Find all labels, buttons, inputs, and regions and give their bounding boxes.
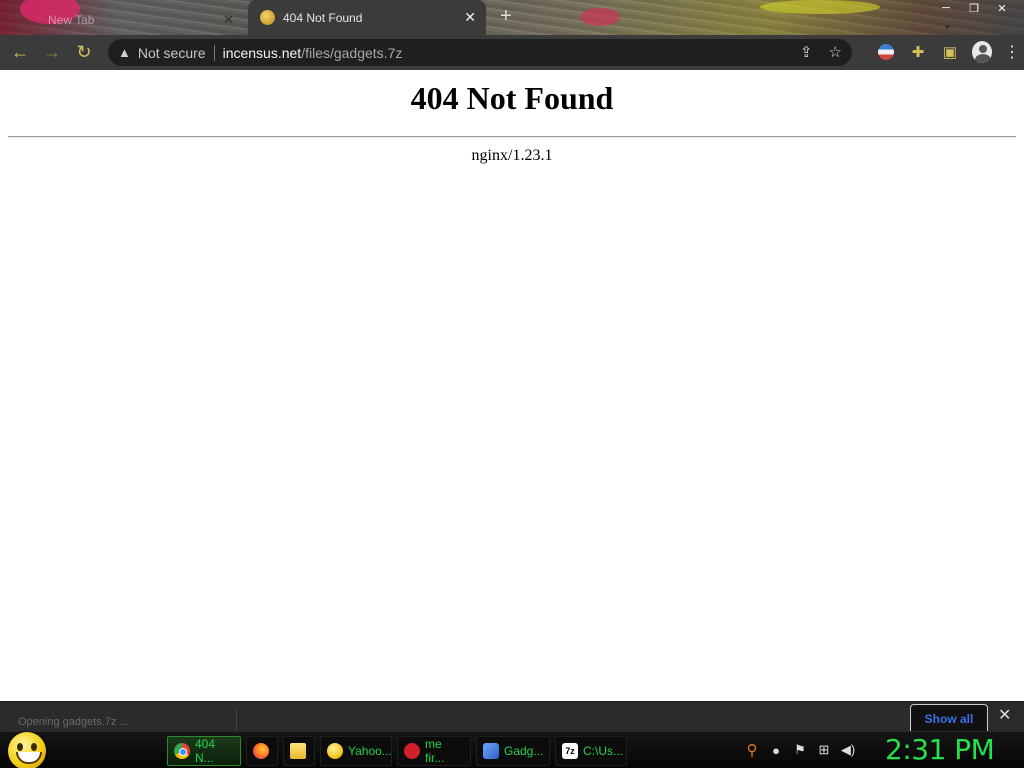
server-signature: nginx/1.23.1 — [471, 147, 553, 164]
divider — [236, 710, 237, 732]
7zip-icon: 7z — [562, 743, 578, 759]
toolbar-right: ✚ ▣ ⋮ — [876, 40, 1020, 64]
taskbar-item-yahoo[interactable]: Yahoo... — [320, 736, 392, 766]
taskbar-item-folder[interactable] — [283, 736, 315, 766]
smiley-icon — [8, 732, 46, 768]
star-icon[interactable]: ☆ — [829, 43, 842, 61]
tab-label: New Tab — [48, 13, 95, 27]
taskbar-item-me-fir[interactable]: me fir... — [397, 736, 471, 766]
tab-new-tab[interactable]: New Tab ✕ — [30, 8, 244, 32]
firefox-icon — [253, 743, 269, 759]
reload-button[interactable]: ↻ — [68, 37, 100, 69]
show-all-button[interactable]: Show all — [910, 704, 988, 732]
chrome-icon — [174, 743, 190, 759]
divider — [213, 44, 215, 61]
security-label[interactable]: Not secure — [138, 45, 206, 61]
taskbar-item-label: me fir... — [425, 737, 445, 765]
arrow-left-icon: ← — [11, 42, 29, 62]
favicon-icon — [260, 10, 275, 25]
clock[interactable]: 2:31 PM — [885, 733, 995, 766]
system-tray: ⚲ ● ⚑ ⊞ ◀) — [744, 742, 856, 759]
close-window-icon[interactable]: ✕ — [996, 2, 1008, 15]
url-path[interactable]: /files/gadgets.7z — [301, 45, 402, 61]
taskbar-item-7zip[interactable]: 7z C:\Us... — [555, 736, 627, 766]
yahoo-messenger-icon — [327, 743, 343, 759]
folder-icon — [290, 743, 306, 759]
tab-search-icon[interactable]: ⌄ — [943, 18, 952, 31]
action-center-flag-icon[interactable]: ⚑ — [792, 742, 808, 758]
taskbar-item-gadgets[interactable]: Gadg... — [476, 736, 550, 766]
minimize-icon[interactable]: ─ — [940, 2, 952, 15]
network-icon[interactable]: ⊞ — [816, 742, 832, 758]
profile-icon[interactable] — [972, 40, 992, 64]
address-bar[interactable]: ▲ Not secure incensus.net/files/gadgets.… — [108, 39, 852, 66]
close-icon[interactable]: ✕ — [998, 705, 1011, 725]
forward-button[interactable]: → — [36, 37, 68, 69]
taskbar: 404 N... Yahoo... me fir... Gadg... 7z C… — [0, 731, 1024, 768]
arrow-right-icon: → — [43, 42, 61, 62]
taskbar-item-label: Gadg... — [504, 744, 544, 758]
restore-icon[interactable]: ❐ — [968, 2, 980, 15]
taskbar-item-firefox[interactable] — [246, 736, 278, 766]
reload-icon: ↻ — [76, 42, 92, 62]
share-icon[interactable]: ⇪ — [800, 43, 813, 61]
tab-label: 404 Not Found — [283, 10, 363, 25]
taskbar-item-chrome[interactable]: 404 N... — [167, 736, 241, 766]
new-tab-button[interactable]: + — [500, 6, 512, 26]
taskbar-item-label: 404 N... — [195, 737, 216, 765]
browser-toolbar: ← → ↻ ▲ Not secure incensus.net/files/ga… — [0, 35, 1024, 70]
back-button[interactable]: ← — [4, 37, 36, 69]
volume-icon[interactable]: ◀) — [840, 742, 856, 758]
download-shelf: Opening gadgets.7z ... Show all ✕ — [0, 701, 1024, 732]
taskbar-item-label: C:\Us... — [583, 744, 624, 758]
start-button[interactable] — [8, 732, 48, 768]
page-title: 404 Not Found — [410, 80, 614, 116]
window-controls: ─ ❐ ✕ — [940, 2, 1008, 15]
extension-flag-icon[interactable] — [876, 40, 896, 64]
close-icon[interactable]: ✕ — [464, 9, 476, 26]
side-panel-icon[interactable]: ▣ — [940, 40, 960, 64]
tab-strip: New Tab ✕ 404 Not Found ✕ + ⌄ ─ ❐ ✕ — [0, 0, 1024, 35]
download-item[interactable]: Opening gadgets.7z ... — [18, 716, 129, 728]
red-app-icon — [404, 743, 420, 759]
gadget-icon — [483, 743, 499, 759]
close-icon[interactable]: ✕ — [223, 12, 234, 28]
address-bar-actions: ⇪ ☆ — [800, 43, 842, 61]
kebab-menu-icon[interactable]: ⋮ — [1004, 42, 1020, 62]
taskbar-item-label: Yahoo... — [348, 744, 392, 758]
wallpaper-splash — [760, 0, 880, 14]
puzzle-icon[interactable]: ✚ — [908, 40, 928, 64]
tab-404-not-found[interactable]: 404 Not Found ✕ — [248, 0, 486, 35]
search-icon[interactable]: ⚲ — [744, 742, 760, 759]
url-host[interactable]: incensus.net — [223, 45, 302, 61]
wallpaper-splash — [580, 8, 620, 26]
horizontal-rule — [8, 136, 1016, 138]
warning-icon[interactable]: ▲ — [118, 45, 131, 60]
page-content: 404 Not Found nginx/1.23.1 — [0, 70, 1024, 701]
messenger-tray-icon[interactable]: ● — [768, 742, 784, 758]
